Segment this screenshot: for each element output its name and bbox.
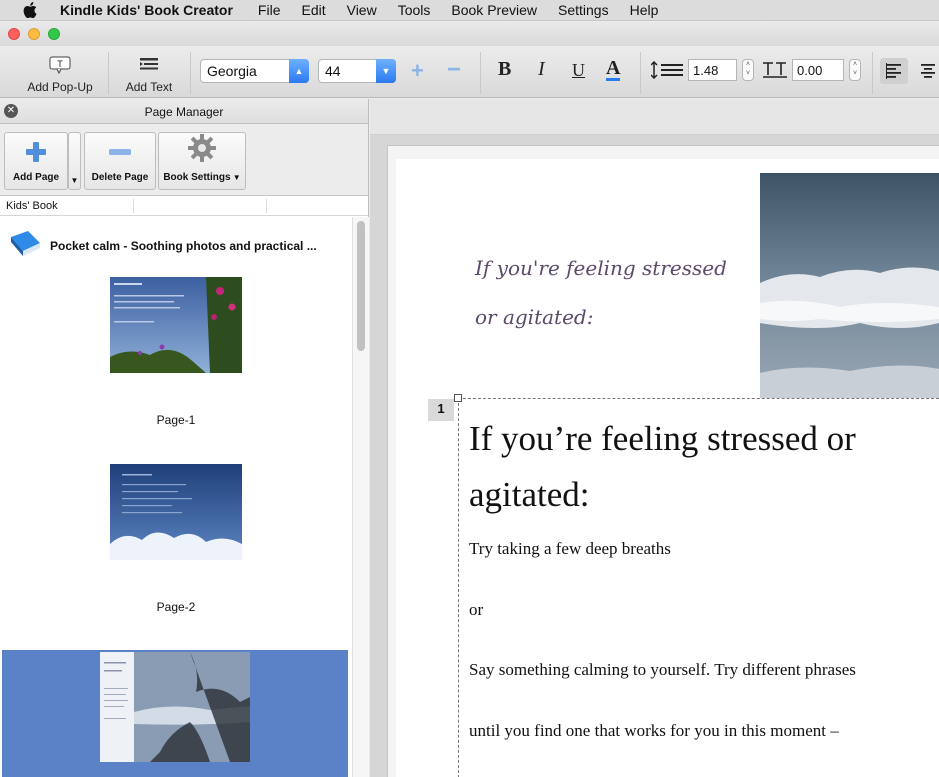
font-size-value: 44 — [325, 63, 341, 79]
line-spacing-stepper[interactable]: ˄ ˅ — [742, 59, 754, 81]
letter-spacing-stepper[interactable]: ˄ ˅ — [849, 59, 861, 81]
menu-help[interactable]: Help — [630, 2, 659, 18]
triangle-down-icon: ▼ — [70, 176, 79, 185]
page-manager-toolbar: Add Page ▼ Delete Page Book Settings ▼ — [0, 124, 368, 196]
page-2-thumbnail[interactable] — [110, 464, 242, 560]
plus-icon — [25, 141, 47, 166]
italic-button[interactable]: I — [538, 58, 545, 81]
page-manager-panel: ✕ Page Manager Add Page ▼ Delete Page Bo… — [0, 99, 369, 777]
page-list-scrollbar[interactable] — [352, 217, 369, 777]
column-divider — [133, 199, 134, 213]
minus-icon — [108, 141, 132, 166]
menu-book-preview[interactable]: Book Preview — [451, 2, 537, 18]
header-line-1: If you're feeling stressed — [475, 256, 727, 280]
underline-button[interactable]: U — [572, 60, 585, 81]
page-manager-title: Page Manager — [144, 105, 224, 119]
page-3-row-selected[interactable] — [2, 650, 348, 777]
sky-image[interactable] — [760, 173, 939, 398]
updown-arrows-icon: ▲ — [289, 59, 309, 83]
menu-file[interactable]: File — [258, 2, 281, 18]
window-title-bar — [0, 22, 939, 46]
toolbar-divider — [872, 52, 873, 94]
font-size-select[interactable]: 44 ▼ — [318, 59, 396, 83]
line-spacing-input[interactable]: 1.48 — [688, 59, 737, 81]
body-text-box[interactable]: If you’re feeling stressed or agitated: … — [454, 394, 939, 777]
book-row[interactable]: Pocket calm - Soothing photos and practi… — [8, 229, 317, 262]
menu-tools[interactable]: Tools — [398, 2, 431, 18]
line-spacing-icon — [650, 60, 685, 82]
page-3-thumbnail — [100, 652, 250, 762]
increase-size-icon[interactable]: + — [411, 58, 424, 84]
toolbar-divider — [190, 52, 191, 94]
zoom-window-button[interactable] — [48, 28, 60, 40]
add-page-label: Add Page — [12, 172, 60, 183]
page-heading: If you’re feeling stressed or agitated: — [469, 419, 856, 514]
chevron-down-icon: ▼ — [376, 59, 396, 83]
add-text-button[interactable]: Add Text — [118, 50, 180, 94]
menu-bar: Kindle Kids' Book Creator File Edit View… — [0, 0, 939, 21]
resize-handle[interactable] — [454, 394, 462, 402]
delete-page-label: Delete Page — [91, 172, 149, 183]
text-block-icon — [138, 54, 160, 76]
page-editor-canvas: If you're feeling stressed or agitated: … — [370, 99, 939, 777]
delete-page-button[interactable]: Delete Page — [84, 132, 156, 190]
align-left-button[interactable] — [880, 58, 908, 84]
page-2-label: Page-2 — [156, 600, 196, 614]
book-settings-label: Book Settings ▼ — [163, 172, 241, 183]
letter-spacing-icon — [762, 61, 788, 82]
align-left-icon — [886, 63, 901, 79]
add-popup-label: Add Pop-Up — [27, 80, 93, 94]
menu-view[interactable]: View — [347, 2, 377, 18]
bold-button[interactable]: B — [498, 58, 511, 81]
paragraph-4: until you find one that works for you in… — [469, 721, 839, 740]
apple-icon[interactable] — [22, 2, 38, 18]
main-toolbar: T Add Pop-Up Add Text Georgia ▲ 44 ▼ + −… — [0, 46, 939, 98]
column-divider — [266, 199, 267, 213]
paragraph-2: or — [469, 600, 484, 619]
font-family-value: Georgia — [207, 63, 257, 79]
menu-edit[interactable]: Edit — [301, 2, 325, 18]
text-color-button[interactable]: A — [606, 58, 621, 81]
book-icon — [8, 229, 42, 262]
app-name[interactable]: Kindle Kids' Book Creator — [60, 2, 233, 18]
book-title: Pocket calm - Soothing photos and practi… — [50, 238, 317, 253]
menu-settings[interactable]: Settings — [558, 2, 609, 18]
toolbar-divider — [640, 52, 641, 94]
page-list: Pocket calm - Soothing photos and practi… — [0, 217, 352, 777]
paragraph-3: Say something calming to yourself. Try d… — [469, 660, 856, 679]
add-page-button[interactable]: Add Page — [4, 132, 68, 190]
letter-spacing-input[interactable]: 0.00 — [792, 59, 844, 81]
page-1-label: Page-1 — [156, 413, 196, 427]
page-manager-header: ✕ Page Manager — [0, 99, 368, 124]
popup-icon-letter: T — [57, 59, 63, 69]
gear-icon — [187, 133, 217, 166]
header-text-box[interactable]: If you're feeling stressed or agitated: — [413, 173, 760, 398]
close-window-button[interactable] — [8, 28, 20, 40]
paragraph-1: Try taking a few deep breaths — [469, 539, 671, 558]
column-header-label: Kids' Book — [6, 200, 58, 212]
header-line-2: or agitated: — [475, 305, 594, 329]
align-center-icon[interactable] — [920, 63, 936, 82]
add-page-dropdown[interactable]: ▼ — [68, 132, 81, 190]
toolbar-divider — [108, 52, 109, 94]
minimize-window-button[interactable] — [28, 28, 40, 40]
page-number-badge: 1 — [428, 399, 454, 421]
popup-icon: T — [49, 54, 71, 76]
add-popup-button[interactable]: T Add Pop-Up — [22, 50, 98, 94]
scrollbar-thumb[interactable] — [357, 221, 365, 351]
decrease-size-icon[interactable]: − — [447, 56, 461, 84]
add-text-label: Add Text — [125, 80, 173, 94]
canvas-ruler-strip — [370, 99, 939, 135]
font-family-select[interactable]: Georgia ▲ — [200, 59, 309, 83]
book-settings-button[interactable]: Book Settings ▼ — [158, 132, 246, 190]
page-1-thumbnail[interactable] — [110, 277, 242, 373]
toolbar-divider — [480, 52, 481, 94]
book-column-header: Kids' Book — [0, 196, 368, 216]
